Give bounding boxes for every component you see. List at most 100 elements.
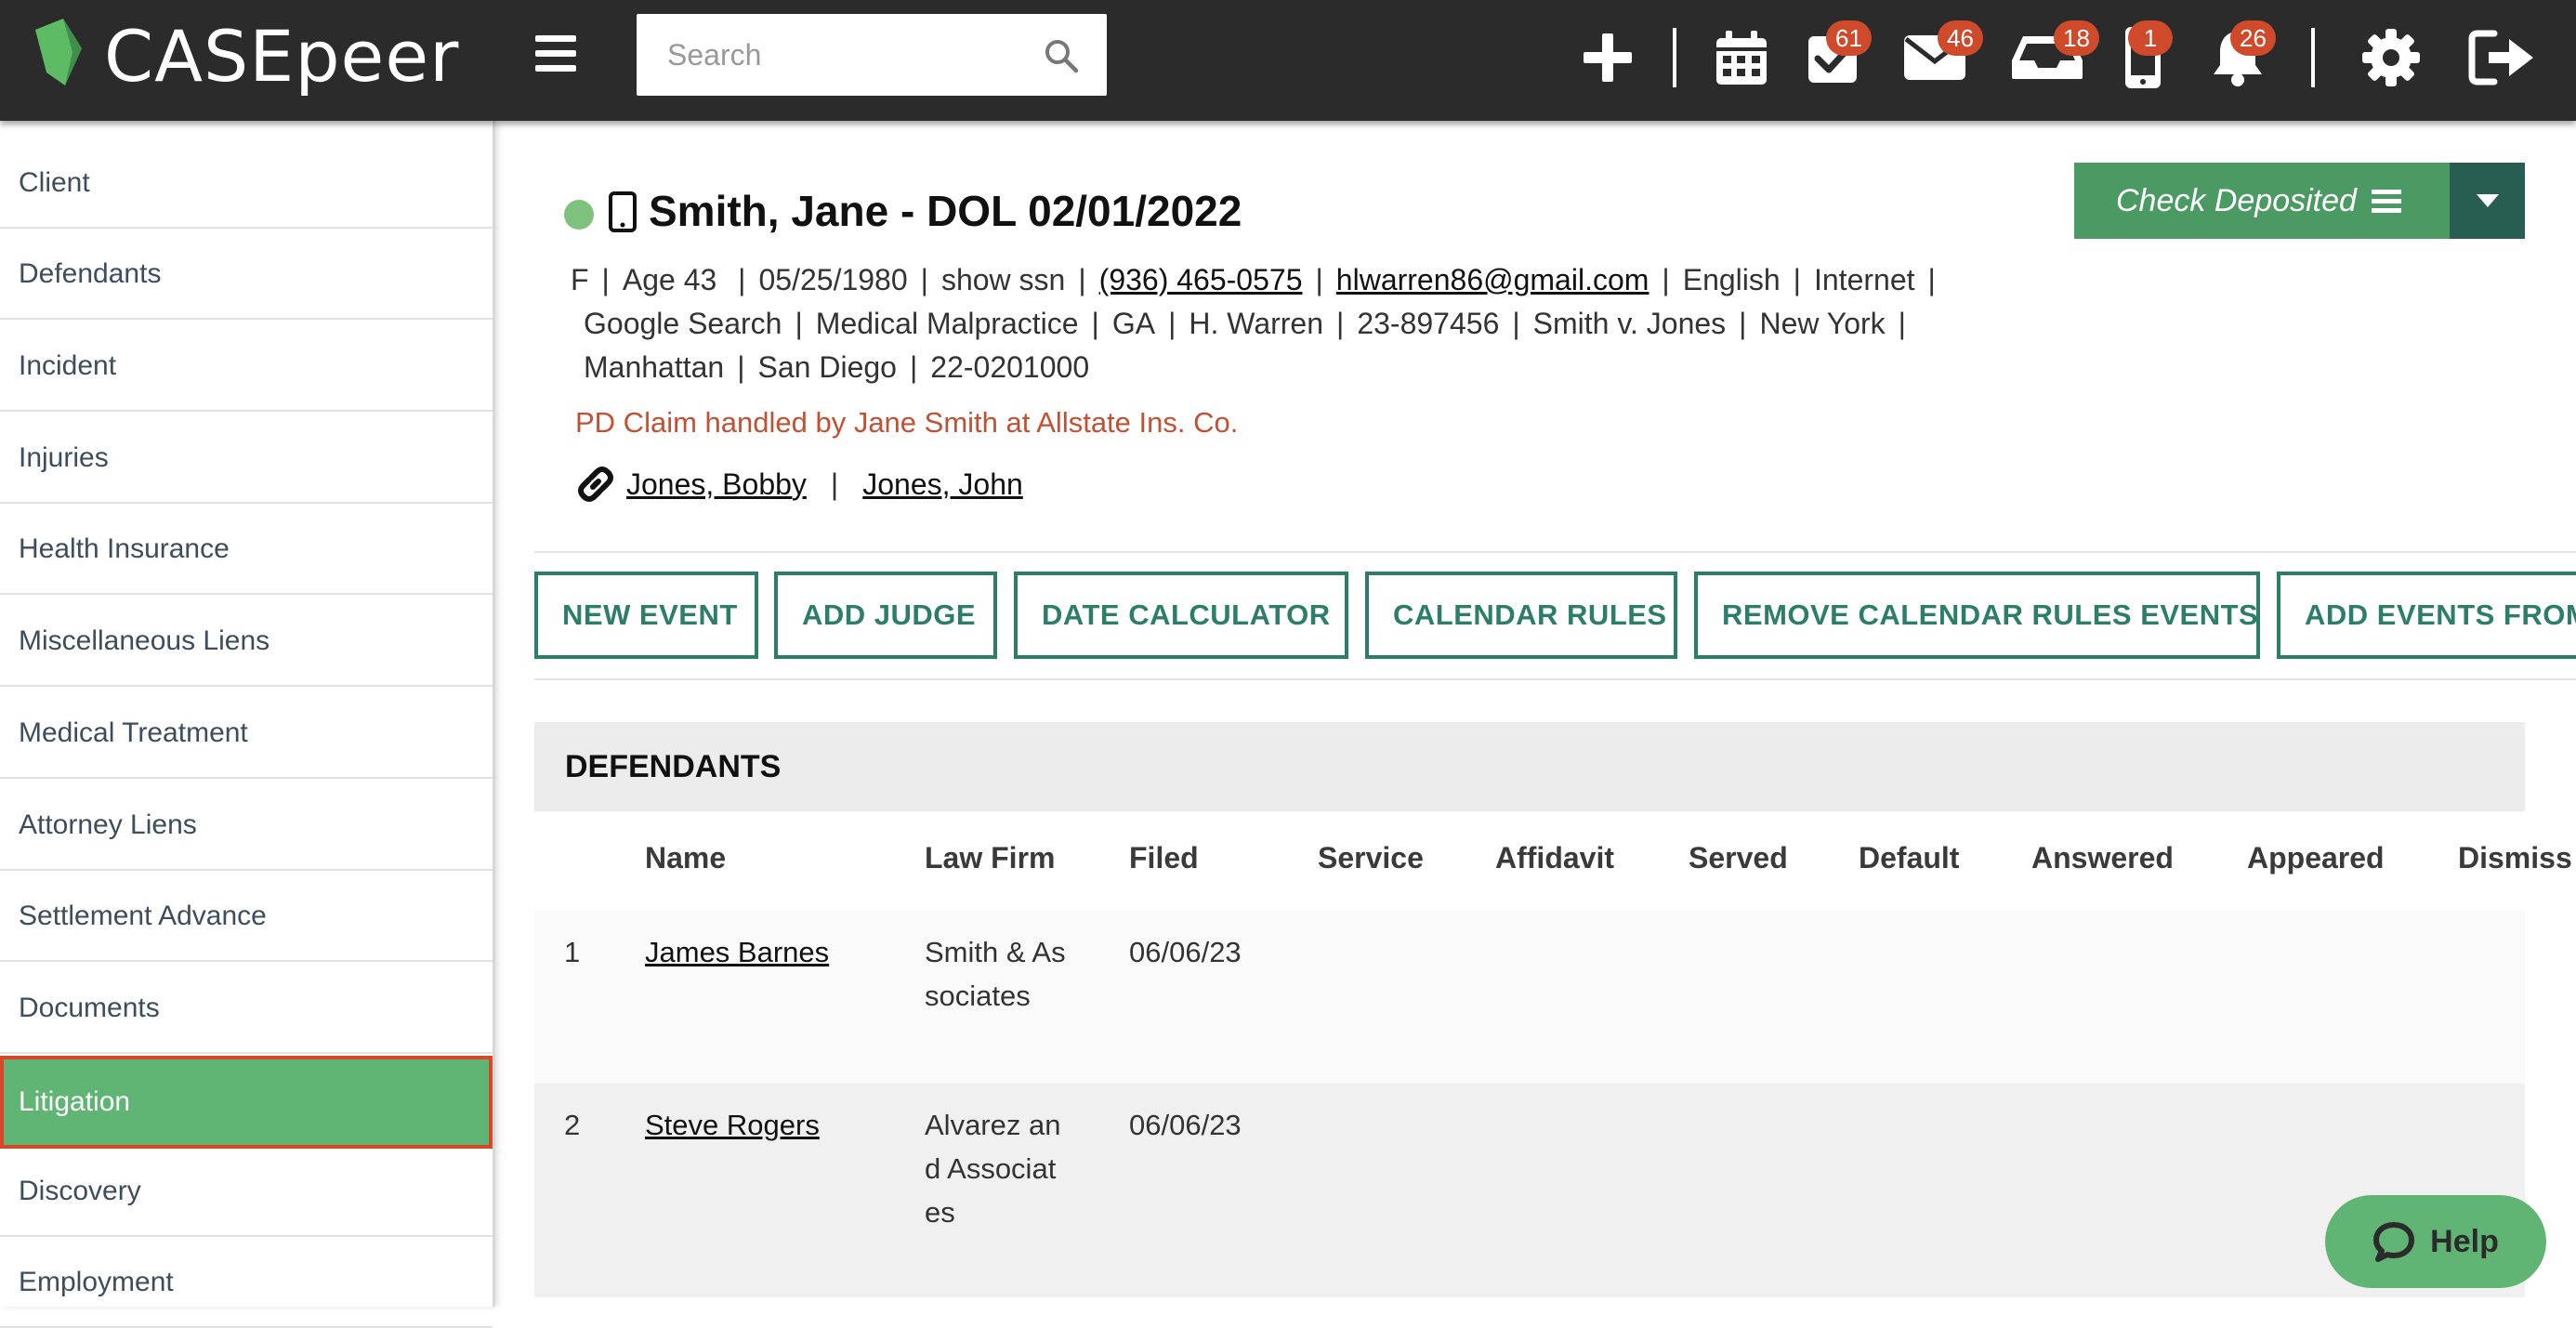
client-age: Age 43 (622, 263, 717, 296)
sidebar-item-injuries[interactable]: Injuries (0, 414, 493, 504)
top-bar: CASEpeer Search 61 46 18 1 26 (0, 0, 2576, 121)
defendant-filed-date: 06/06/23 (1129, 936, 1242, 968)
remove-calendar-rules-events-button[interactable]: REMOVE CALENDAR RULES EVENTS (1694, 572, 2260, 659)
sidebar-item-defendants[interactable]: Defendants (0, 230, 493, 320)
help-button[interactable]: Help (2325, 1195, 2546, 1288)
new-event-button[interactable]: NEW EVENT (534, 572, 758, 659)
calendar-button[interactable] (1714, 22, 1769, 93)
add-judge-button[interactable]: ADD JUDGE (774, 572, 997, 659)
case-status-indicator (564, 200, 594, 230)
column-header-default: Default (1859, 841, 1960, 874)
sidebar-item-employment[interactable]: Employment (0, 1239, 493, 1328)
tasks-count-badge: 61 (1826, 20, 1872, 56)
calendar-rules-button[interactable]: CALENDAR RULES (1365, 572, 1677, 659)
column-header-law-firm: Law Firm (925, 841, 1056, 874)
check-deposited-dropdown[interactable] (2450, 163, 2525, 239)
calendar-icon (1716, 31, 1767, 85)
gear-icon (2362, 29, 2420, 86)
phone-count-badge: 1 (2128, 20, 2173, 56)
linked-case-link[interactable]: Jones, Bobby (626, 467, 807, 502)
sign-out-icon (2468, 30, 2533, 85)
client-sex: F (571, 263, 589, 296)
table-row (534, 911, 2525, 1084)
date-calculator-button[interactable]: DATE CALCULATOR (1014, 572, 1348, 659)
client-dob: 05/25/1980 (758, 263, 908, 296)
chat-bubble-icon (2373, 1222, 2415, 1262)
column-header-appeared: Appeared (2247, 841, 2385, 874)
sidebar-item-miscellaneous-liens[interactable]: Miscellaneous Liens (0, 598, 493, 687)
client-phone-link[interactable]: (936) 465-0575 (1099, 263, 1303, 296)
sidebar-item-health-insurance[interactable]: Health Insurance (0, 506, 493, 595)
column-header-served: Served (1689, 841, 1788, 874)
court-state: New York (1759, 307, 1886, 340)
case-type: Medical Malpractice (815, 307, 1079, 340)
link-icon (578, 467, 613, 502)
caret-down-icon (2476, 194, 2499, 207)
case-source: Internet (1813, 263, 1915, 296)
column-header-affidavit: Affidavit (1495, 841, 1614, 874)
case-name: Smith v. Jones (1532, 307, 1727, 340)
column-header-filed: Filed (1129, 841, 1199, 874)
inbox-count-badge: 18 (2054, 20, 2099, 56)
menu-toggle-button[interactable] (535, 35, 576, 72)
plus-icon (1584, 33, 1632, 82)
sidebar-item-attorney-liens[interactable]: Attorney Liens (0, 782, 493, 871)
row-number: 2 (564, 1109, 581, 1141)
column-header-answered: Answered (2031, 841, 2174, 874)
case-attorney: H. Warren (1189, 307, 1324, 340)
divider (534, 678, 2576, 680)
divider (534, 551, 2576, 553)
sidebar-item-client[interactable]: Client (0, 139, 493, 229)
add-events-from-button[interactable]: ADD EVENTS FROM (2277, 572, 2576, 659)
case-city: San Diego (757, 350, 897, 384)
column-header-service: Service (1318, 841, 1424, 874)
case-number: 23-897456 (1357, 307, 1500, 340)
defendant-name-link[interactable]: James Barnes (645, 936, 829, 968)
linked-cases: Jones, Bobby | Jones, John (574, 463, 1023, 506)
case-info-line-2: Google Search | Medical Malpractice | GA | H. … (584, 307, 1906, 340)
client-language: English (1682, 263, 1781, 296)
sidebar: Client Defendants Incident Injuries Heal… (0, 121, 495, 1328)
sidebar-item-discovery[interactable]: Discovery (0, 1148, 493, 1237)
defendant-law-firm: Alvarez and Associates (925, 1109, 1061, 1229)
check-deposited-label: Check Deposited (2116, 182, 2357, 218)
logout-button[interactable] (2467, 22, 2538, 93)
toolbar-divider (1673, 28, 1676, 87)
list-icon (2371, 190, 2401, 213)
toolbar-divider (2311, 28, 2315, 87)
search-icon[interactable] (1044, 38, 1079, 73)
sidebar-item-documents[interactable]: Documents (0, 965, 493, 1054)
case-info-line-3: Manhattan | San Diego | 22-0201000 (584, 350, 1090, 384)
row-number: 1 (564, 936, 581, 968)
defendant-filed-date: 06/06/23 (1129, 1109, 1242, 1141)
case-info-line-1: F | Age 43 | 05/25/1980 | show ssn | (936) 465-… (571, 263, 1936, 296)
sidebar-item-medical-treatment[interactable]: Medical Treatment (0, 690, 493, 779)
search-box (637, 14, 1107, 96)
case-title: Smith, Jane - DOL 02/01/2022 (649, 187, 1242, 235)
help-label: Help (2430, 1223, 2499, 1259)
add-button[interactable] (1580, 22, 1636, 93)
sidebar-item-incident[interactable]: Incident (0, 322, 493, 412)
sidebar-item-settlement-advance[interactable]: Settlement Advance (0, 873, 493, 962)
defendant-name-link[interactable]: Steve Rogers (645, 1109, 820, 1141)
linked-case-link[interactable]: Jones, John (862, 467, 1023, 502)
show-ssn-link[interactable]: show ssn (941, 263, 1065, 296)
check-deposited-button[interactable]: Check Deposited (2074, 163, 2450, 239)
search-input[interactable] (637, 14, 1039, 96)
table-row (534, 1084, 2525, 1297)
settings-button[interactable] (2359, 22, 2424, 93)
claim-note: PD Claim handled by Jane Smith at Allsta… (575, 406, 1239, 439)
defendant-law-firm: Smith & Associates (925, 936, 1066, 1012)
referral-source: Google Search (584, 307, 782, 340)
sidebar-item-litigation[interactable]: Litigation (0, 1056, 493, 1149)
column-header-dismissed: Dismiss (2458, 841, 2572, 874)
defendants-section-title: DEFENDANTS (534, 722, 2525, 811)
case-state: GA (1111, 307, 1156, 340)
app-logo[interactable]: CASEpeer (104, 15, 459, 99)
docket-number: 22-0201000 (930, 350, 1090, 384)
logo-icon (35, 19, 82, 85)
column-header-name: Name (645, 841, 727, 874)
mobile-phone-icon (609, 191, 637, 232)
case-county: Manhattan (584, 350, 725, 384)
client-email-link[interactable]: hlwarren86@gmail.com (1336, 263, 1649, 296)
